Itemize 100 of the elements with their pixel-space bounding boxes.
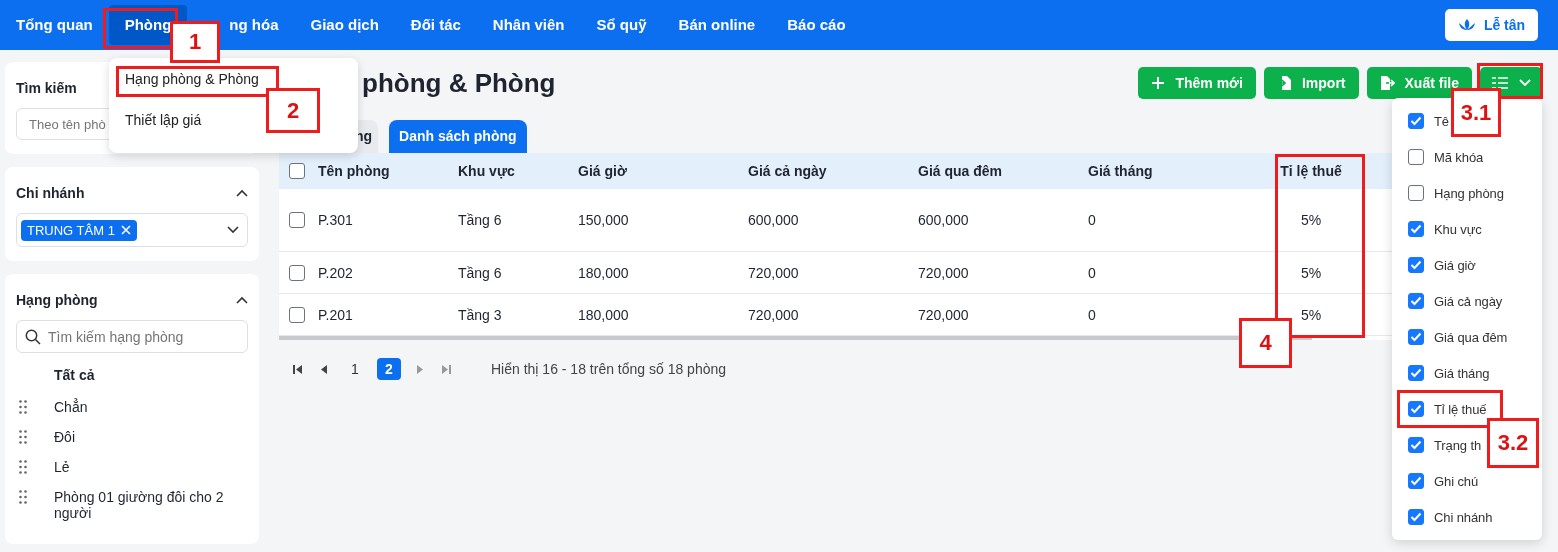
column-option[interactable]: Giá cả ngày (1434, 293, 1503, 309)
table-cell-text: 720,000 (748, 306, 800, 323)
checkbox[interactable] (289, 212, 305, 228)
column-option[interactable]: Hạng phòng (1434, 185, 1504, 201)
close-icon (120, 225, 131, 235)
column-header[interactable]: Tên phòng (318, 163, 458, 179)
reception-button[interactable]: Lễ tân (1445, 9, 1538, 41)
table-cell-text: 0 (1088, 212, 1097, 228)
checkbox[interactable] (1408, 293, 1424, 309)
arrow-icon (415, 364, 424, 374)
page-button[interactable]: 1 (343, 358, 367, 380)
checkbox[interactable] (1408, 113, 1424, 129)
table-cell-text: P.202 (318, 264, 354, 281)
search-icon (25, 328, 41, 345)
checkbox[interactable] (1408, 365, 1424, 381)
checkbox[interactable] (289, 306, 305, 323)
list-icon (1491, 76, 1509, 90)
nav-item[interactable]: Tổng quan (0, 5, 109, 45)
menu-item[interactable]: Hạng phòng & Phòng (109, 71, 358, 87)
plus-icon (1151, 76, 1166, 90)
table-cell-text: 720,000 (918, 264, 970, 281)
column-header[interactable]: Khu vực (458, 163, 578, 179)
table-cell-text: 720,000 (918, 306, 970, 323)
table-cell-text: 0 (1088, 264, 1097, 281)
checkbox[interactable] (1408, 149, 1424, 165)
drag-handle-icon (19, 430, 27, 444)
drag-handle-icon (19, 490, 27, 504)
step-number: 4 (1239, 318, 1292, 368)
table-cell-text: 5% (1299, 306, 1323, 323)
table-cell-text: 180,000 (578, 264, 630, 281)
nav-item[interactable]: Nhân viên (476, 5, 581, 45)
nav-item[interactable]: ng hóa (229, 5, 295, 45)
page-title: phòng & Phòng (362, 67, 556, 99)
card-title: Chi nhánh (16, 185, 85, 201)
table-cell-text: 720,000 (748, 264, 800, 281)
checkbox[interactable] (1408, 437, 1424, 453)
checkbox[interactable] (1408, 509, 1424, 525)
column-option[interactable]: Khu vực (1434, 221, 1482, 237)
table-cell-text: 600,000 (918, 212, 970, 228)
arrow-icon (320, 364, 329, 374)
lotus-icon (1457, 18, 1476, 32)
branch-select[interactable]: TRUNG TÂM 1 (16, 213, 248, 247)
drag-handle-icon (19, 460, 27, 474)
nav-item[interactable]: Báo cáo (771, 5, 862, 45)
column-header[interactable]: Giá giờ (578, 163, 748, 179)
checkbox[interactable] (1408, 473, 1424, 489)
room-class-item[interactable]: Đôi (54, 429, 224, 445)
pagination-summary: Hiển thị 16 - 18 trên tổng số 18 phòng (491, 361, 727, 377)
step-number: 3.2 (1487, 418, 1539, 468)
column-header[interactable]: Tỉ lệ thuế (1270, 163, 1352, 179)
step-number: 1 (170, 21, 220, 63)
table-cell-text: 180,000 (578, 306, 630, 323)
table-cell-text: P.301 (318, 212, 354, 228)
table-cell-text: Tầng 3 (458, 306, 503, 323)
checkbox[interactable] (1408, 257, 1424, 273)
step-number: 2 (266, 88, 320, 133)
nav-item[interactable]: Đối tác (394, 5, 477, 45)
skip-icon (293, 364, 302, 374)
checkbox[interactable] (1408, 329, 1424, 345)
checkbox[interactable] (289, 264, 305, 281)
checkbox[interactable] (1408, 221, 1424, 237)
column-option[interactable]: Mã khóa (1434, 149, 1484, 165)
room-class-item[interactable]: Lẻ (54, 459, 224, 475)
checkbox[interactable] (1408, 185, 1424, 201)
chevron-icon (1519, 79, 1531, 87)
column-option[interactable]: Tê (1434, 113, 1449, 129)
column-option[interactable]: Giá tháng (1434, 365, 1490, 381)
all-option[interactable]: Tất cả (54, 367, 95, 385)
column-option[interactable]: Tỉ lệ thuế (1434, 401, 1487, 417)
column-header[interactable]: Giá qua đêm (918, 163, 1088, 179)
tab[interactable]: Danh sách phòng (389, 120, 527, 153)
branch-tag[interactable]: TRUNG TÂM 1 (21, 219, 137, 241)
checkbox[interactable] (1408, 401, 1424, 417)
table-cell-text: 150,000 (578, 212, 630, 228)
checkbox[interactable] (289, 163, 305, 179)
column-header[interactable]: Giá tháng (1088, 163, 1270, 179)
table-cell-text: Tầng 6 (458, 212, 503, 228)
search-field[interactable]: Tìm kiếm hạng phòng (16, 320, 248, 353)
table-cell-text: 5% (1299, 212, 1323, 228)
table-cell-text: 5% (1299, 264, 1323, 281)
nav-item[interactable]: Sổ quỹ (580, 5, 663, 45)
search-input[interactable]: Tìm kiếm hạng phòng (48, 328, 238, 345)
chevron-icon (227, 226, 239, 234)
drag-handle-icon (19, 400, 27, 414)
column-header[interactable]: Giá cả ngày (748, 163, 918, 179)
column-option[interactable]: Trạng th (1434, 437, 1482, 453)
table-cell-text: 0 (1088, 306, 1097, 323)
card-title: Hạng phòng (16, 292, 98, 308)
reception-label: Lễ tân (1483, 17, 1526, 33)
page-button[interactable]: 2 (377, 358, 401, 380)
room-class-item[interactable]: Chẳn (54, 399, 224, 415)
column-option[interactable]: Chi nhánh (1434, 509, 1493, 525)
column-option[interactable]: Ghi chú (1434, 473, 1479, 489)
column-option[interactable]: Giá qua đêm (1434, 329, 1508, 345)
nav-item[interactable]: Giao dịch (294, 5, 395, 45)
table-cell-text: Tầng 6 (458, 264, 503, 281)
room-class-item[interactable]: Phòng 01 giường đôi cho 2 người (54, 489, 224, 521)
table-cell-text: 600,000 (748, 212, 800, 228)
column-option[interactable]: Giá giờ (1434, 257, 1476, 273)
nav-item[interactable]: Bán online (662, 5, 772, 45)
